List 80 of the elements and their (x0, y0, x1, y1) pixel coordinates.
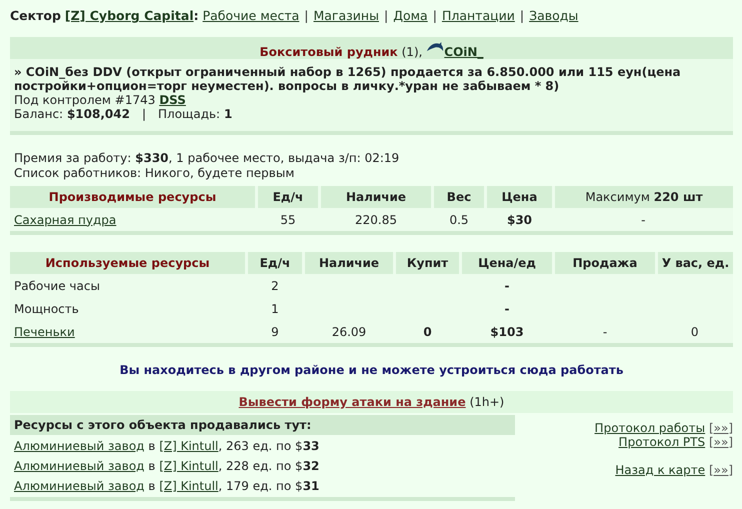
description-text: » COiN_без DDV (открыт ограниченный набор в 1265) продается за 6.850.000 или 115 еун(цена постройки+опцион=торг неуместен). вопросы в личку.*уран не забываем * 8) (14, 65, 682, 93)
bonus-text: Премия за работу: $330, 1 рабочее место, выдача з/п: 02:19 (14, 151, 400, 166)
building-count: (1), (402, 45, 422, 59)
table-cell: 55 (280, 212, 296, 226)
separator-text: | (304, 8, 308, 23)
column-header: Купит (394, 252, 460, 274)
table-cell: 0 (690, 324, 699, 338)
column-header: Продажа (554, 252, 656, 274)
table-cell: 2 (271, 278, 279, 292)
column-header: У вас, ед. (656, 252, 733, 274)
preposition-text: в (148, 479, 156, 493)
area-value: 1 (224, 107, 232, 121)
column-header: Ед/ч (246, 252, 304, 274)
protocol-link[interactable]: Протокол работы (594, 421, 706, 435)
column-header: Ед/ч (256, 186, 320, 208)
protocol-link[interactable]: Назад к карте (615, 463, 706, 477)
table-cell: $103 (490, 324, 524, 338)
colon-text: : (194, 8, 199, 23)
column-header: Используемые ресурсы (10, 252, 246, 274)
sector-link[interactable]: [Z] Kintull (159, 479, 218, 493)
controller-link[interactable]: DSS (159, 93, 186, 107)
nav-link[interactable]: Плантации (442, 8, 515, 23)
table-cell: - (504, 278, 510, 292)
protocol-link[interactable]: Протокол PTS (618, 435, 706, 449)
separator-text: | (520, 8, 524, 23)
column-header: Цена/ед (460, 252, 554, 274)
table-cell: 9 (271, 324, 279, 338)
column-header: Вес (432, 186, 486, 208)
table-cell: 0 (423, 324, 432, 338)
column-header: Максимум 220 шт (554, 186, 733, 208)
sale-details: , 179 ед. по $31 (218, 479, 320, 493)
resource-link[interactable]: Печеньки (14, 324, 75, 338)
preposition-text: в (148, 459, 156, 473)
building-title: Бокситовый рудник (260, 45, 398, 59)
nav-link[interactable]: Магазины (313, 8, 379, 23)
resource-name: Рабочие часы (14, 278, 100, 292)
owner-link[interactable]: COiN_ (444, 45, 484, 59)
table-cell: 1 (271, 302, 279, 316)
nav-link[interactable]: Рабочие места (202, 8, 300, 23)
attack-time: (1h+) (470, 395, 504, 409)
table-cell: - (602, 324, 608, 338)
control-label: Под контролем #1743 (14, 93, 156, 107)
table-cell: 0.5 (449, 212, 469, 226)
sale-details: , 228 ед. по $32 (218, 459, 320, 473)
sector-link[interactable]: [Z] Kintull (159, 459, 218, 473)
balance-label: Баланс: (14, 107, 64, 121)
separator-text: | (432, 8, 437, 23)
balance-value: $108,042 (66, 107, 130, 121)
column-header: Производимые ресурсы (10, 186, 256, 208)
notice-text: Вы находитесь в другом районе и не можете устроиться сюда работать (118, 362, 624, 379)
resource-link[interactable]: Сахарная пудра (14, 212, 116, 226)
building-link[interactable]: Алюминиевый завод (14, 479, 144, 493)
separator-text: | (142, 107, 146, 121)
resource-name: Мощность (14, 302, 79, 316)
sale-details: , 263 ед. по $33 (218, 439, 320, 453)
more-link[interactable]: [»»] (708, 435, 733, 449)
building-link[interactable]: Алюминиевый завод (14, 439, 144, 453)
sector-link[interactable]: [Z] Kintull (159, 439, 218, 453)
workers-text: Список работников: Никого, будете первым (14, 166, 296, 181)
more-link[interactable]: [»»] (708, 463, 733, 477)
table-cell: $30 (506, 212, 532, 226)
table-cell: - (504, 302, 510, 316)
sector-link[interactable]: [Z] Cyborg Capital (64, 8, 194, 23)
sector-label: Сектор (10, 8, 61, 23)
nav-link[interactable]: Заводы (529, 8, 578, 23)
table-cell: 220.85 (355, 212, 397, 226)
dolphin-icon (426, 41, 444, 54)
sales-header: Ресурсы с этого объекта продавались тут: (10, 415, 515, 435)
column-header: Наличие (320, 186, 432, 208)
more-link[interactable]: [»»] (708, 421, 733, 435)
preposition-text: в (148, 439, 156, 453)
nav-link[interactable]: Дома (393, 8, 428, 23)
table-cell: - (641, 212, 646, 226)
building-link[interactable]: Алюминиевый завод (14, 459, 144, 473)
column-header: Наличие (304, 252, 394, 274)
table-cell: 26.09 (332, 324, 366, 338)
separator-text: | (384, 8, 388, 23)
area-label: Площадь: (158, 107, 220, 121)
attack-link[interactable]: Вывести форму атаки на здание (238, 395, 466, 409)
column-header: Цена (486, 186, 554, 208)
